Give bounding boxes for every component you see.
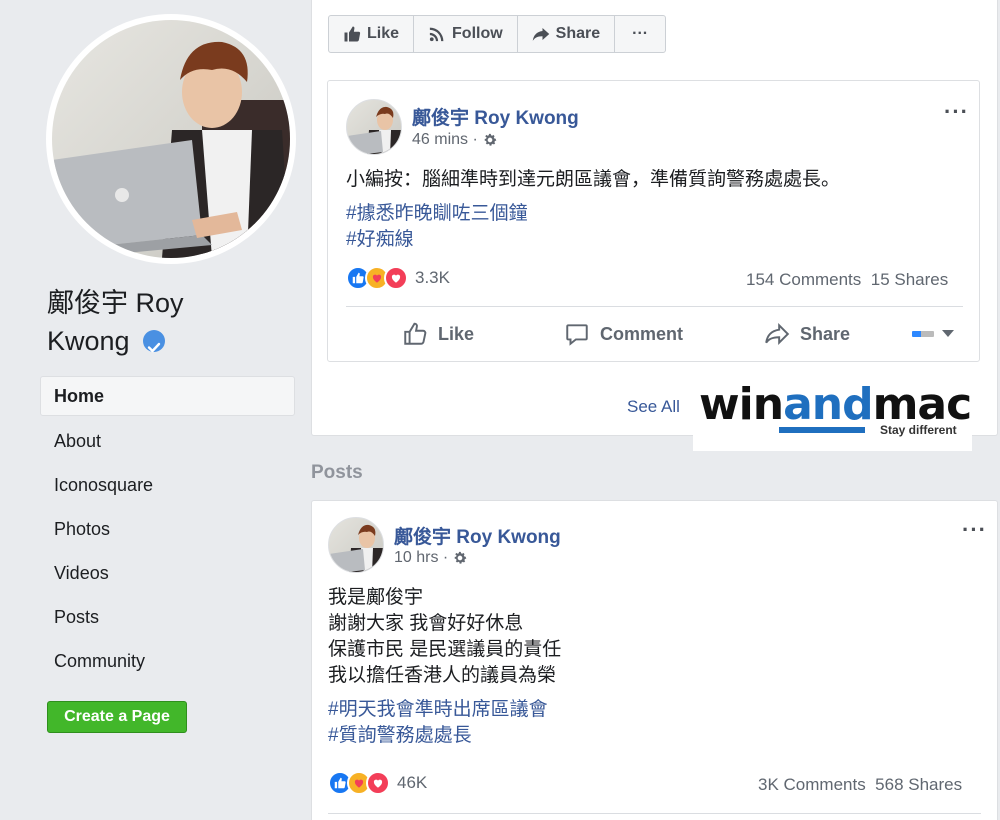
post-timestamp[interactable]: 10 hrs ·: [394, 549, 448, 567]
nav-item-posts[interactable]: Posts: [40, 596, 295, 640]
more-dots-icon: ···: [632, 25, 649, 42]
post-audience-selector[interactable]: [912, 330, 954, 337]
post-text-line: 我是鄺俊宇: [328, 587, 424, 608]
watermark-and: and: [783, 379, 874, 430]
share-count[interactable]: 568 Shares: [875, 775, 962, 794]
post-share-button[interactable]: Share: [764, 321, 850, 347]
post-divider: [328, 813, 981, 814]
nav-item-iconosquare[interactable]: Iconosquare: [40, 464, 295, 508]
watermark-win: win: [699, 379, 784, 430]
post-engagement-counts: 154 Comments 15 Shares: [746, 270, 948, 290]
avatar-mini-illustration: [329, 524, 383, 572]
page-nav: Home About Iconosquare Photos Videos Pos…: [40, 376, 295, 684]
post-hashtag[interactable]: #明天我會準時出席區議會: [328, 697, 548, 723]
love-reaction-icon: [384, 266, 408, 290]
comment-count[interactable]: 154 Comments: [746, 270, 861, 289]
page-like-button[interactable]: Like: [329, 16, 415, 52]
verified-badge-icon: [143, 329, 166, 353]
post-text-line: 保護市民 是民選議員的責任: [328, 639, 562, 660]
page-title-line2: Kwong: [47, 326, 130, 356]
reaction-count: 3.3K: [415, 268, 450, 287]
page-title: 鄺俊宇 Roy Kwong: [47, 284, 247, 360]
post-like-button[interactable]: Like: [402, 321, 474, 347]
post-hashtag[interactable]: #質詢警務處處長: [328, 723, 472, 749]
post-timestamp[interactable]: 46 mins ·: [412, 131, 478, 149]
post-comment-label: Comment: [600, 323, 684, 344]
post-reactions[interactable]: 3.3K: [346, 266, 450, 290]
post-card: 鄺俊宇 Roy Kwong 10 hrs · ··· 我是鄺俊宇 謝謝大家 我會…: [311, 500, 998, 820]
chevron-down-icon: [942, 330, 954, 337]
reaction-count: 46K: [397, 773, 428, 792]
share-count[interactable]: 15 Shares: [871, 270, 949, 289]
post-divider: [346, 306, 963, 307]
post-like-label: Like: [438, 323, 475, 344]
post-hashtag[interactable]: #好痴線: [346, 227, 414, 253]
page-action-bar: Like Follow Share ···: [328, 15, 667, 53]
comment-count[interactable]: 3K Comments: [758, 775, 866, 794]
post-card: 鄺俊宇 Roy Kwong 46 mins · ··· 小編按：腦細準時到達元朗…: [327, 80, 980, 362]
page-follow-button[interactable]: Follow: [414, 16, 518, 52]
create-page-button[interactable]: Create a Page: [47, 701, 187, 733]
page-more-button[interactable]: ···: [615, 16, 665, 52]
post-hashtag[interactable]: #據悉昨晚瞓咗三個鐘: [346, 201, 528, 227]
post-author-name[interactable]: 鄺俊宇 Roy Kwong: [394, 522, 561, 549]
gear-icon[interactable]: [482, 132, 498, 148]
love-reaction-icon: [366, 771, 390, 795]
rss-icon: [429, 27, 444, 42]
thumbs-up-icon: [344, 26, 361, 42]
person-illustration: [52, 41, 290, 258]
nav-item-about[interactable]: About: [40, 420, 295, 464]
post-options-button[interactable]: ···: [962, 519, 987, 541]
posts-section-heading: Posts: [311, 462, 363, 483]
post-options-button[interactable]: ···: [944, 101, 969, 123]
post-meta: 10 hrs ·: [394, 549, 468, 567]
post-author-avatar[interactable]: [328, 517, 384, 573]
page-title-line1: 鄺俊宇 Roy: [47, 288, 184, 318]
comment-bubble-icon: [566, 324, 588, 346]
page-share-label: Share: [555, 25, 601, 42]
post-text-line: 我以擔任香港人的議員為榮: [328, 665, 557, 686]
page-like-label: Like: [367, 25, 400, 42]
nav-item-photos[interactable]: Photos: [40, 508, 295, 552]
post-author-avatar[interactable]: [346, 99, 402, 155]
nav-item-videos[interactable]: Videos: [40, 552, 295, 596]
post-meta: 46 mins ·: [412, 131, 498, 149]
watermark-tagline: Stay different: [880, 423, 957, 437]
share-arrow-icon: [765, 322, 790, 346]
profile-photo: [52, 20, 290, 258]
post-text-line: 謝謝大家 我會好好休息: [328, 613, 524, 634]
profile-thumb-icon: [912, 330, 934, 337]
post-author-name[interactable]: 鄺俊宇 Roy Kwong: [412, 103, 579, 130]
nav-item-home[interactable]: Home: [40, 376, 295, 416]
post-share-label: Share: [800, 323, 851, 344]
post-reactions[interactable]: 46K: [328, 771, 427, 795]
post-comment-button[interactable]: Comment: [564, 321, 683, 347]
post-text: 小編按：腦細準時到達元朗區議會，準備質詢警務處處長。: [346, 169, 841, 190]
avatar-mini-illustration: [347, 106, 401, 154]
profile-picture[interactable]: [46, 14, 296, 264]
page-follow-label: Follow: [452, 25, 503, 42]
post-engagement-counts: 3K Comments 568 Shares: [758, 775, 962, 795]
page-share-button[interactable]: Share: [518, 16, 616, 52]
gear-icon[interactable]: [452, 550, 468, 566]
watermark-underline: [779, 427, 865, 433]
share-arrow-icon: [532, 28, 549, 41]
nav-item-community[interactable]: Community: [40, 640, 295, 684]
see-all-link[interactable]: See All: [627, 397, 680, 417]
thumbs-up-icon: [404, 322, 427, 345]
winandmac-watermark: winandmac Stay different: [693, 378, 972, 451]
